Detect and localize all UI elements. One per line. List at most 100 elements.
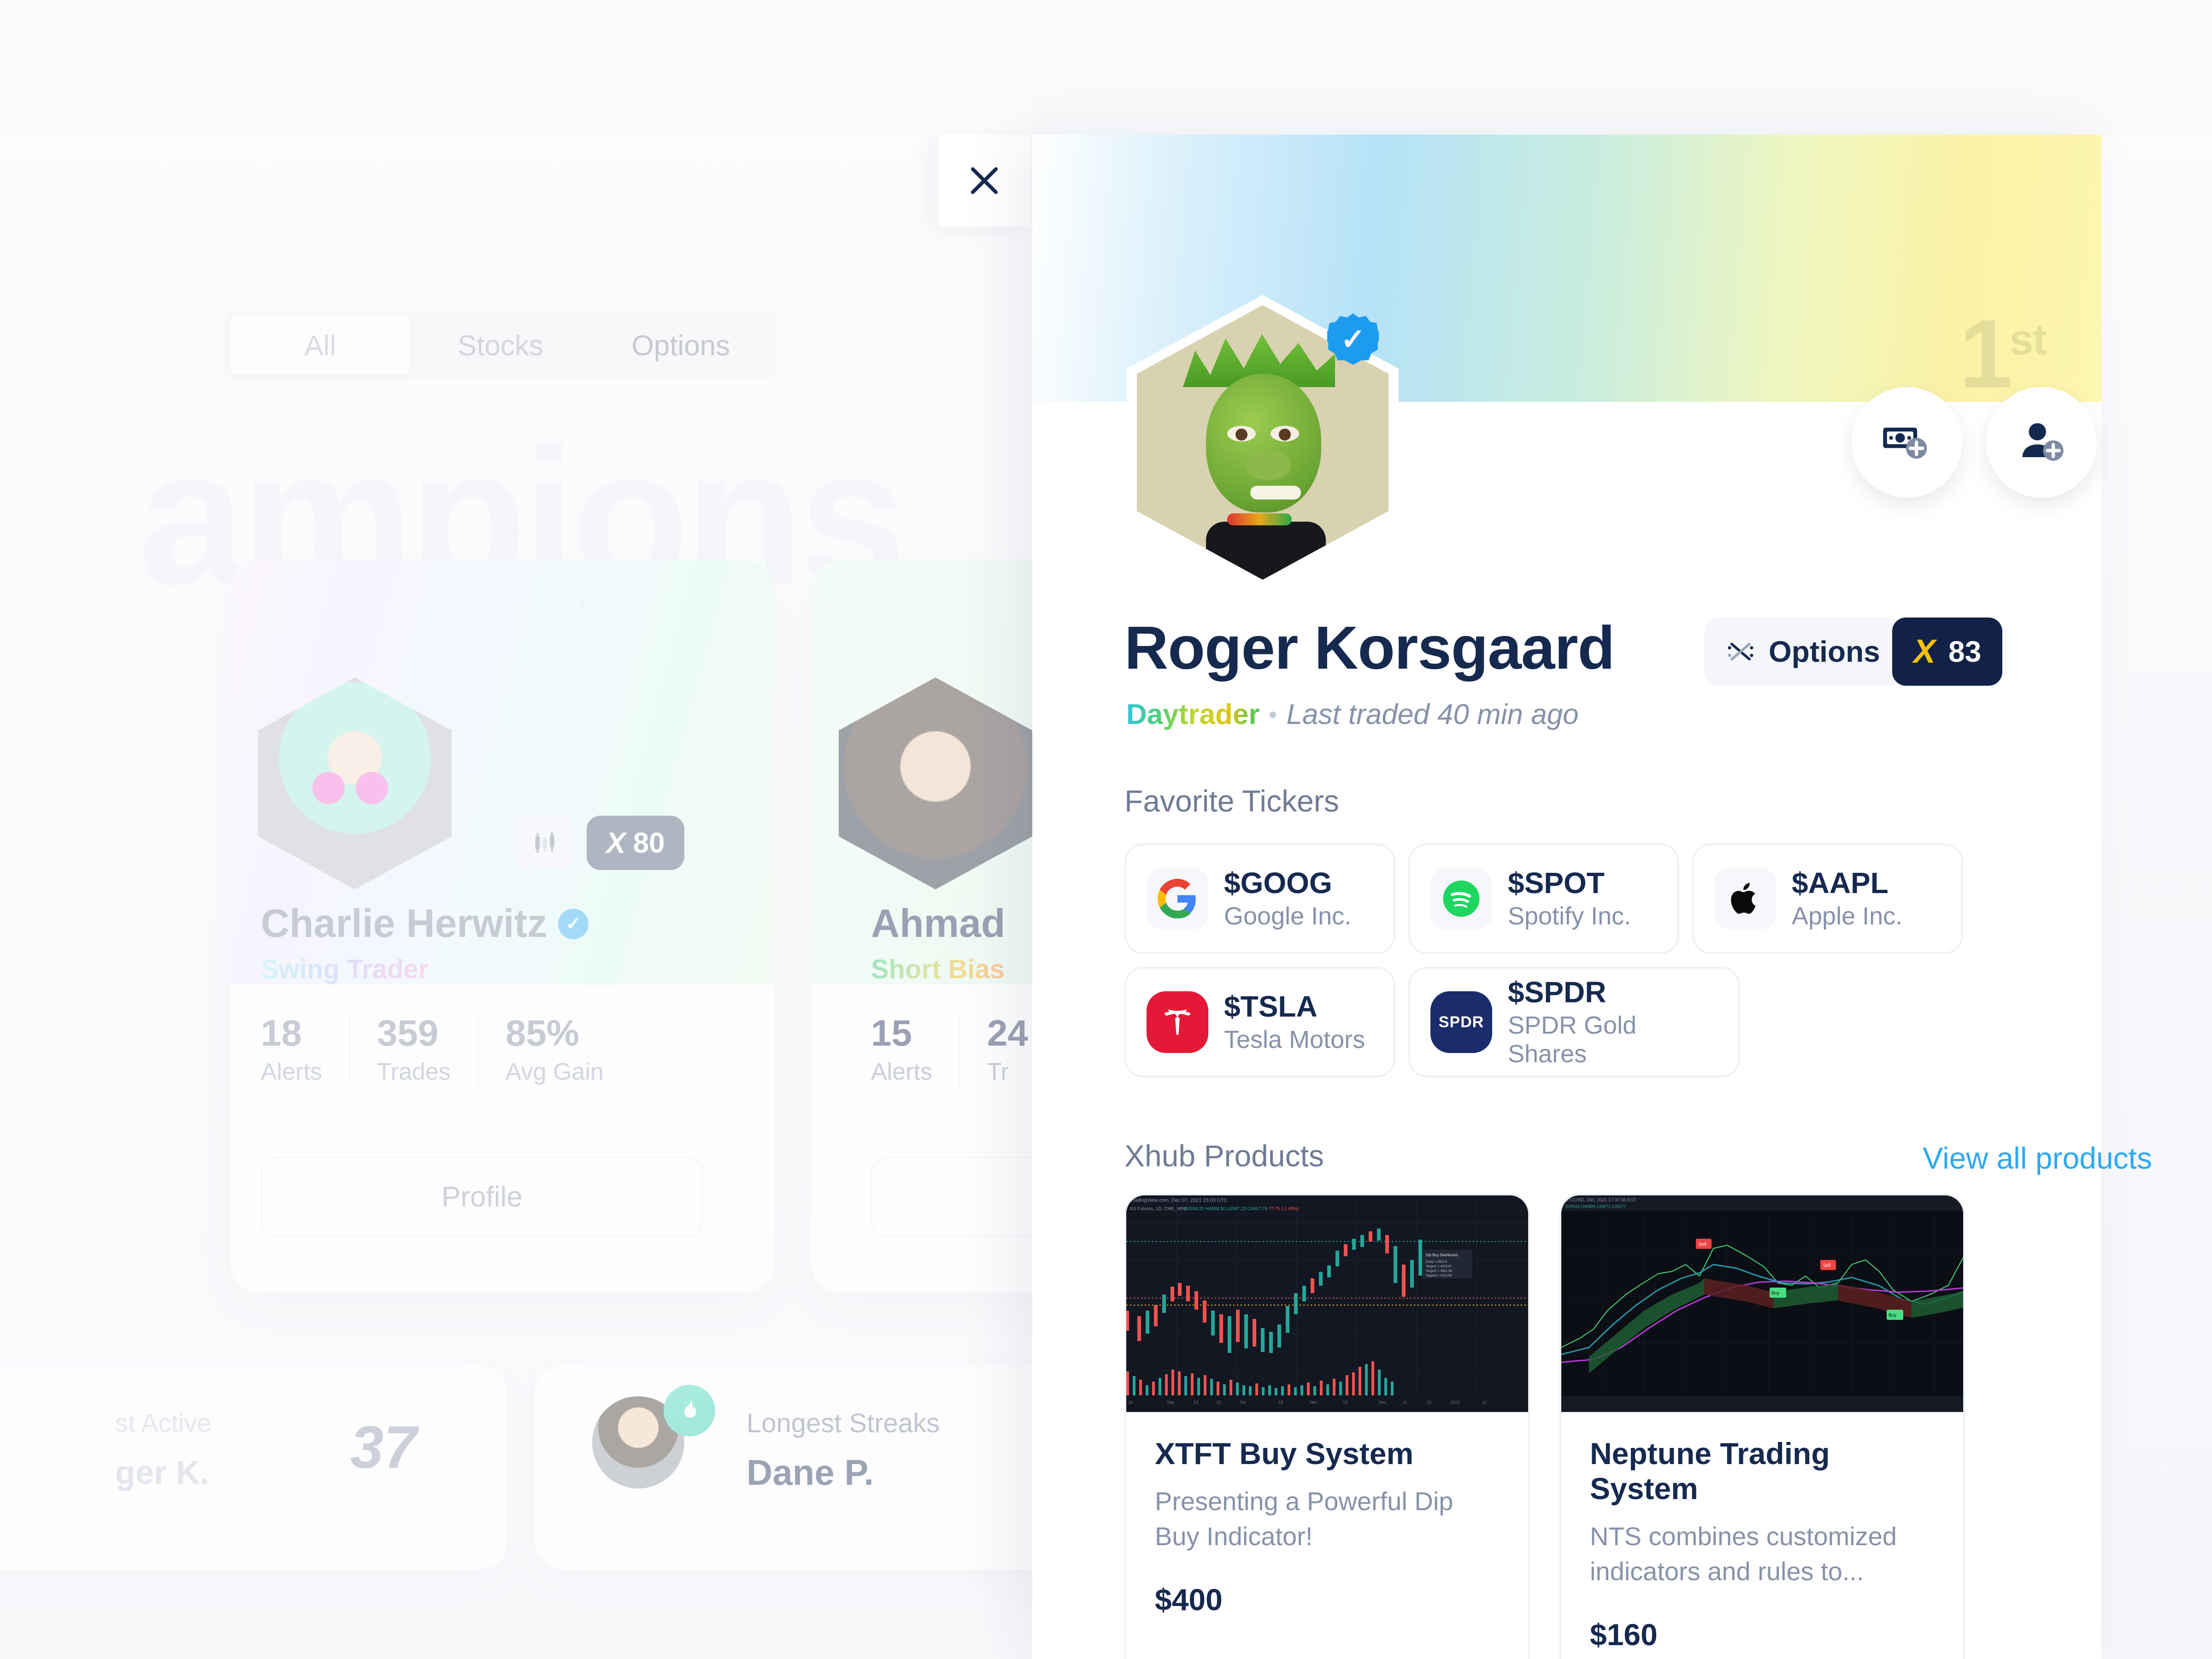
svg-text:11: 11 — [1403, 1400, 1407, 1405]
spotify-icon — [1430, 868, 1492, 930]
person-add-icon — [2022, 423, 2064, 461]
ticker-symbol: $SPDR — [1508, 975, 1606, 1009]
longest-streaks-name: Dane P. — [747, 1452, 874, 1493]
xhub-products-list: TradingView.com, Dec 07, 2021 15:03 UTC … — [1124, 1194, 1965, 1659]
filter-tabs[interactable]: All Stocks Options — [224, 311, 777, 380]
score-badge[interactable]: X 83 — [1892, 618, 2003, 686]
svg-text:16: 16 — [1128, 1400, 1133, 1405]
last-traded-text: Last traded 40 min ago — [1286, 699, 1579, 730]
svg-text:O4594.25 H4668.50 L4587.25 C46: O4594.25 H4668.50 L4587.25 C4667.75 — [1184, 1206, 1267, 1212]
profile-button-charlie[interactable]: Profile — [261, 1157, 703, 1237]
verified-badge-icon: ✓ — [558, 908, 589, 939]
x-logo-icon: X — [606, 826, 626, 859]
ticker-company: Apple Inc. — [1792, 902, 1903, 930]
profile-role: Daytrader — [1126, 699, 1260, 730]
most-active-value: 37 — [350, 1413, 417, 1481]
product-card-xtft[interactable]: TradingView.com, Dec 07, 2021 15:03 UTC … — [1124, 1194, 1530, 1659]
svg-text:12: 12 — [1482, 1400, 1487, 1405]
ticker-card-goog[interactable]: $GOOG Google Inc. — [1124, 843, 1395, 954]
ticker-card-spdr[interactable]: SPDR $SPDR SPDR Gold Shares — [1408, 967, 1740, 1077]
svg-text:-77.75 (-1.49%): -77.75 (-1.49%) — [1267, 1206, 1299, 1212]
close-button[interactable] — [938, 135, 1030, 227]
svg-text:Dec: Dec — [1379, 1400, 1387, 1405]
ticker-company: Spotify Inc. — [1508, 902, 1631, 930]
close-icon — [971, 167, 998, 194]
svg-text:Sep: Sep — [1167, 1400, 1174, 1405]
svg-text:18: 18 — [1278, 1400, 1283, 1405]
svg-text:Nov: Nov — [1310, 1400, 1318, 1405]
svg-text:Oct: Oct — [1240, 1400, 1247, 1405]
ticker-symbol: $AAPL — [1792, 866, 1888, 900]
options-icon — [1728, 642, 1753, 661]
svg-text:Target3 = 5113.05: Target3 = 5113.05 — [1426, 1274, 1452, 1277]
separator-dot — [1270, 711, 1277, 718]
svg-text:Dip Buy Dashboard: Dip Buy Dashboard — [1426, 1253, 1458, 1257]
most-active-label: st Active — [115, 1408, 212, 1437]
xhub-products-title: Xhub Products — [1124, 1139, 1324, 1173]
product-description: NTS combines customized indicators and r… — [1590, 1522, 1897, 1586]
svg-text:Buy: Buy — [1888, 1313, 1896, 1318]
tab-options[interactable]: Options — [591, 317, 771, 374]
stat-trades: 359 Trades — [377, 1014, 479, 1086]
most-active-card[interactable] — [0, 1366, 507, 1569]
svg-text:2022: 2022 — [1451, 1400, 1460, 1405]
options-badge-label: Options — [1769, 635, 1880, 668]
longest-streaks-label: Longest Streaks — [747, 1408, 940, 1438]
svg-text:22: 22 — [1217, 1400, 1221, 1405]
line-chart-thumbnail: BTCUSD, 240, 2021 17:37:30 EST O49522 H4… — [1561, 1195, 1963, 1412]
champion-name-charlie: Charlie Herwitz ✓ — [261, 901, 589, 947]
google-icon — [1147, 868, 1208, 930]
tip-button[interactable] — [1852, 387, 1962, 498]
svg-text:13: 13 — [1194, 1400, 1198, 1405]
svg-text:Target1 = 4673.87: Target1 = 4673.87 — [1426, 1265, 1452, 1268]
svg-text:15: 15 — [1343, 1400, 1347, 1405]
product-price: $160 — [1590, 1618, 1658, 1652]
ticker-symbol: $TSLA — [1224, 989, 1318, 1023]
product-description: Presenting a Powerful Dip Buy Indicator! — [1155, 1487, 1453, 1551]
ticker-card-spot[interactable]: $SPOT Spotify Inc. — [1408, 843, 1679, 954]
apple-icon — [1714, 868, 1776, 930]
product-card-neptune[interactable]: BTCUSD, 240, 2021 17:37:30 EST O49522 H4… — [1559, 1194, 1965, 1659]
tab-stocks[interactable]: Stocks — [410, 317, 590, 374]
tesla-icon — [1147, 991, 1208, 1053]
favorite-tickers-title: Favorite Tickers — [1124, 784, 1339, 818]
ticker-company: SPDR Gold Shares — [1508, 1012, 1637, 1068]
stat-alerts: 18 Alerts — [261, 1014, 350, 1086]
ticker-symbol: $SPOT — [1508, 866, 1605, 900]
spdr-icon: SPDR — [1430, 991, 1492, 1053]
view-all-products-link[interactable]: View all products — [1923, 1141, 2152, 1176]
svg-text:Buy: Buy — [1771, 1291, 1779, 1296]
champion-name-ahmad: Ahmad — [871, 901, 1006, 946]
svg-text:Target2 = 4951.98: Target2 = 4951.98 — [1426, 1270, 1452, 1273]
candlestick-chart-thumbnail: TradingView.com, Dec 07, 2021 15:03 UTC … — [1126, 1195, 1528, 1412]
candlestick-icon — [514, 816, 575, 870]
ticker-card-tsla[interactable]: $TSLA Tesla Motors — [1124, 967, 1395, 1077]
rank-ordinal-2nd: 2nd — [581, 599, 585, 607]
svg-text:ES Futures, 1D, CME_MINI: ES Futures, 1D, CME_MINI — [1130, 1206, 1187, 1212]
profile-subtitle: Daytrader Last traded 40 min ago — [1126, 698, 1579, 731]
page-title: Roger Korsgaard — [1124, 614, 1615, 682]
product-title: XTFT Buy System — [1155, 1436, 1414, 1471]
score-value: 83 — [1948, 635, 1982, 668]
money-add-icon — [1883, 428, 1927, 459]
follow-button[interactable] — [1986, 387, 2097, 498]
stat-alerts-ahmad: 15 Alerts — [871, 1014, 960, 1086]
charlie-score-pill: X 18 80 — [587, 816, 684, 870]
ticker-company: Tesla Motors — [1224, 1026, 1365, 1054]
favorite-tickers-grid: $GOOG Google Inc. $SPOT Spotify Inc. $AA… — [1124, 843, 1968, 1077]
champion-role-ahmad: Short Bias — [871, 954, 1005, 984]
ticker-company: Google Inc. — [1224, 902, 1352, 930]
options-badge[interactable]: Options — [1704, 618, 1901, 686]
x-logo-icon: X — [1913, 633, 1936, 670]
ticker-card-aapl[interactable]: $AAPL Apple Inc. — [1692, 843, 1963, 954]
ticker-symbol: $GOOG — [1224, 866, 1332, 900]
tab-all[interactable]: All — [230, 317, 411, 374]
charlie-score-number: 80 — [633, 827, 665, 859]
champion-role-charlie: Swing Trader — [261, 954, 429, 984]
svg-text:TradingView.com, Dec 07, 2021: TradingView.com, Dec 07, 2021 15:03 UTC — [1130, 1198, 1228, 1203]
svg-text:Sell: Sell — [1823, 1263, 1831, 1268]
product-price: $400 — [1155, 1583, 1223, 1617]
svg-text:BTCUSD, 240, 2021 17:37:30 EST: BTCUSD, 240, 2021 17:37:30 EST — [1565, 1198, 1636, 1203]
svg-text:Sell: Sell — [1699, 1242, 1706, 1247]
champion-stats-charlie: 18 Alerts 359 Trades 85% Avg Gain — [261, 1014, 657, 1086]
